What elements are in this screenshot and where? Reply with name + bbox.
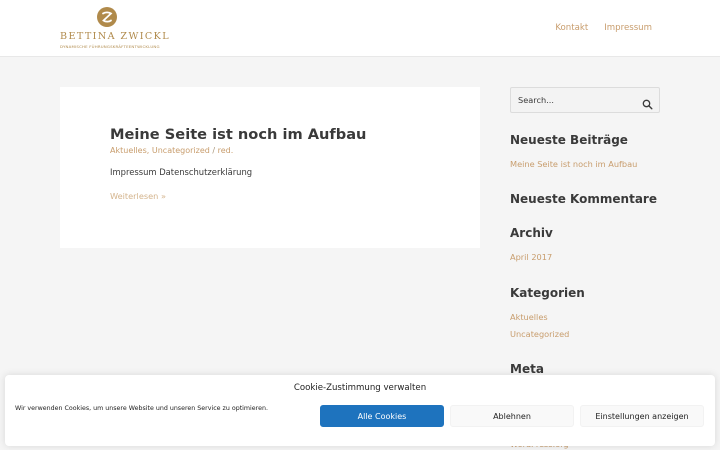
category-link-aktuelles[interactable]: Aktuelles xyxy=(510,312,548,322)
post-category-aktuelles[interactable]: Aktuelles xyxy=(110,146,147,155)
post-meta: Aktuelles, Uncategorized / red. xyxy=(110,146,233,155)
cookie-consent-banner: Cookie-Zustimmung verwalten Wir verwende… xyxy=(5,375,715,446)
archive-title: Archiv xyxy=(510,226,553,240)
post-card: Meine Seite ist noch im Aufbau Aktuelles… xyxy=(60,87,480,248)
nav-link-impressum[interactable]: Impressum xyxy=(604,23,652,33)
logo-mark-icon xyxy=(97,7,117,27)
meta-title: Meta xyxy=(510,362,544,376)
recent-posts-title: Neueste Beiträge xyxy=(510,133,628,147)
read-more-link[interactable]: Weiterlesen » xyxy=(110,191,166,201)
search-icon[interactable] xyxy=(642,95,653,110)
post-author[interactable]: red. xyxy=(218,146,234,155)
category-separator: , xyxy=(146,146,150,155)
post-title[interactable]: Meine Seite ist noch im Aufbau xyxy=(110,126,366,143)
recent-post-link[interactable]: Meine Seite ist noch im Aufbau xyxy=(510,159,637,169)
meta-separator: / xyxy=(212,146,216,155)
cookie-banner-title: Cookie-Zustimmung verwalten xyxy=(293,383,427,393)
cookie-banner-text: Wir verwenden Cookies, um unsere Website… xyxy=(15,405,268,412)
category-link-uncategorized[interactable]: Uncategorized xyxy=(510,329,569,339)
accept-all-cookies-button[interactable]: Alle Cookies xyxy=(320,405,444,427)
site-header: BETTINA ZWICKL DYNAMISCHE FÜHRUNGSKRÄFTE… xyxy=(0,0,720,57)
categories-title: Kategorien xyxy=(510,286,585,300)
archive-link-april-2017[interactable]: April 2017 xyxy=(510,252,552,262)
logo-tagline: DYNAMISCHE FÜHRUNGSKRÄFTEENTWICKLUNG xyxy=(60,44,160,49)
search-input[interactable] xyxy=(518,93,638,107)
post-category-uncategorized[interactable]: Uncategorized xyxy=(152,146,210,155)
main-navigation: Kontakt Impressum xyxy=(555,23,652,33)
nav-link-kontakt[interactable]: Kontakt xyxy=(555,23,588,33)
logo-name: BETTINA ZWICKL xyxy=(60,31,170,42)
site-logo[interactable]: BETTINA ZWICKL DYNAMISCHE FÜHRUNGSKRÄFTE… xyxy=(60,7,170,51)
post-excerpt: Impressum Datenschutzerklärung xyxy=(110,167,253,177)
deny-cookies-button[interactable]: Ablehnen xyxy=(450,405,574,427)
search-form xyxy=(510,87,660,113)
view-preferences-button[interactable]: Einstellungen anzeigen xyxy=(580,405,704,427)
recent-comments-title: Neueste Kommentare xyxy=(510,192,657,206)
